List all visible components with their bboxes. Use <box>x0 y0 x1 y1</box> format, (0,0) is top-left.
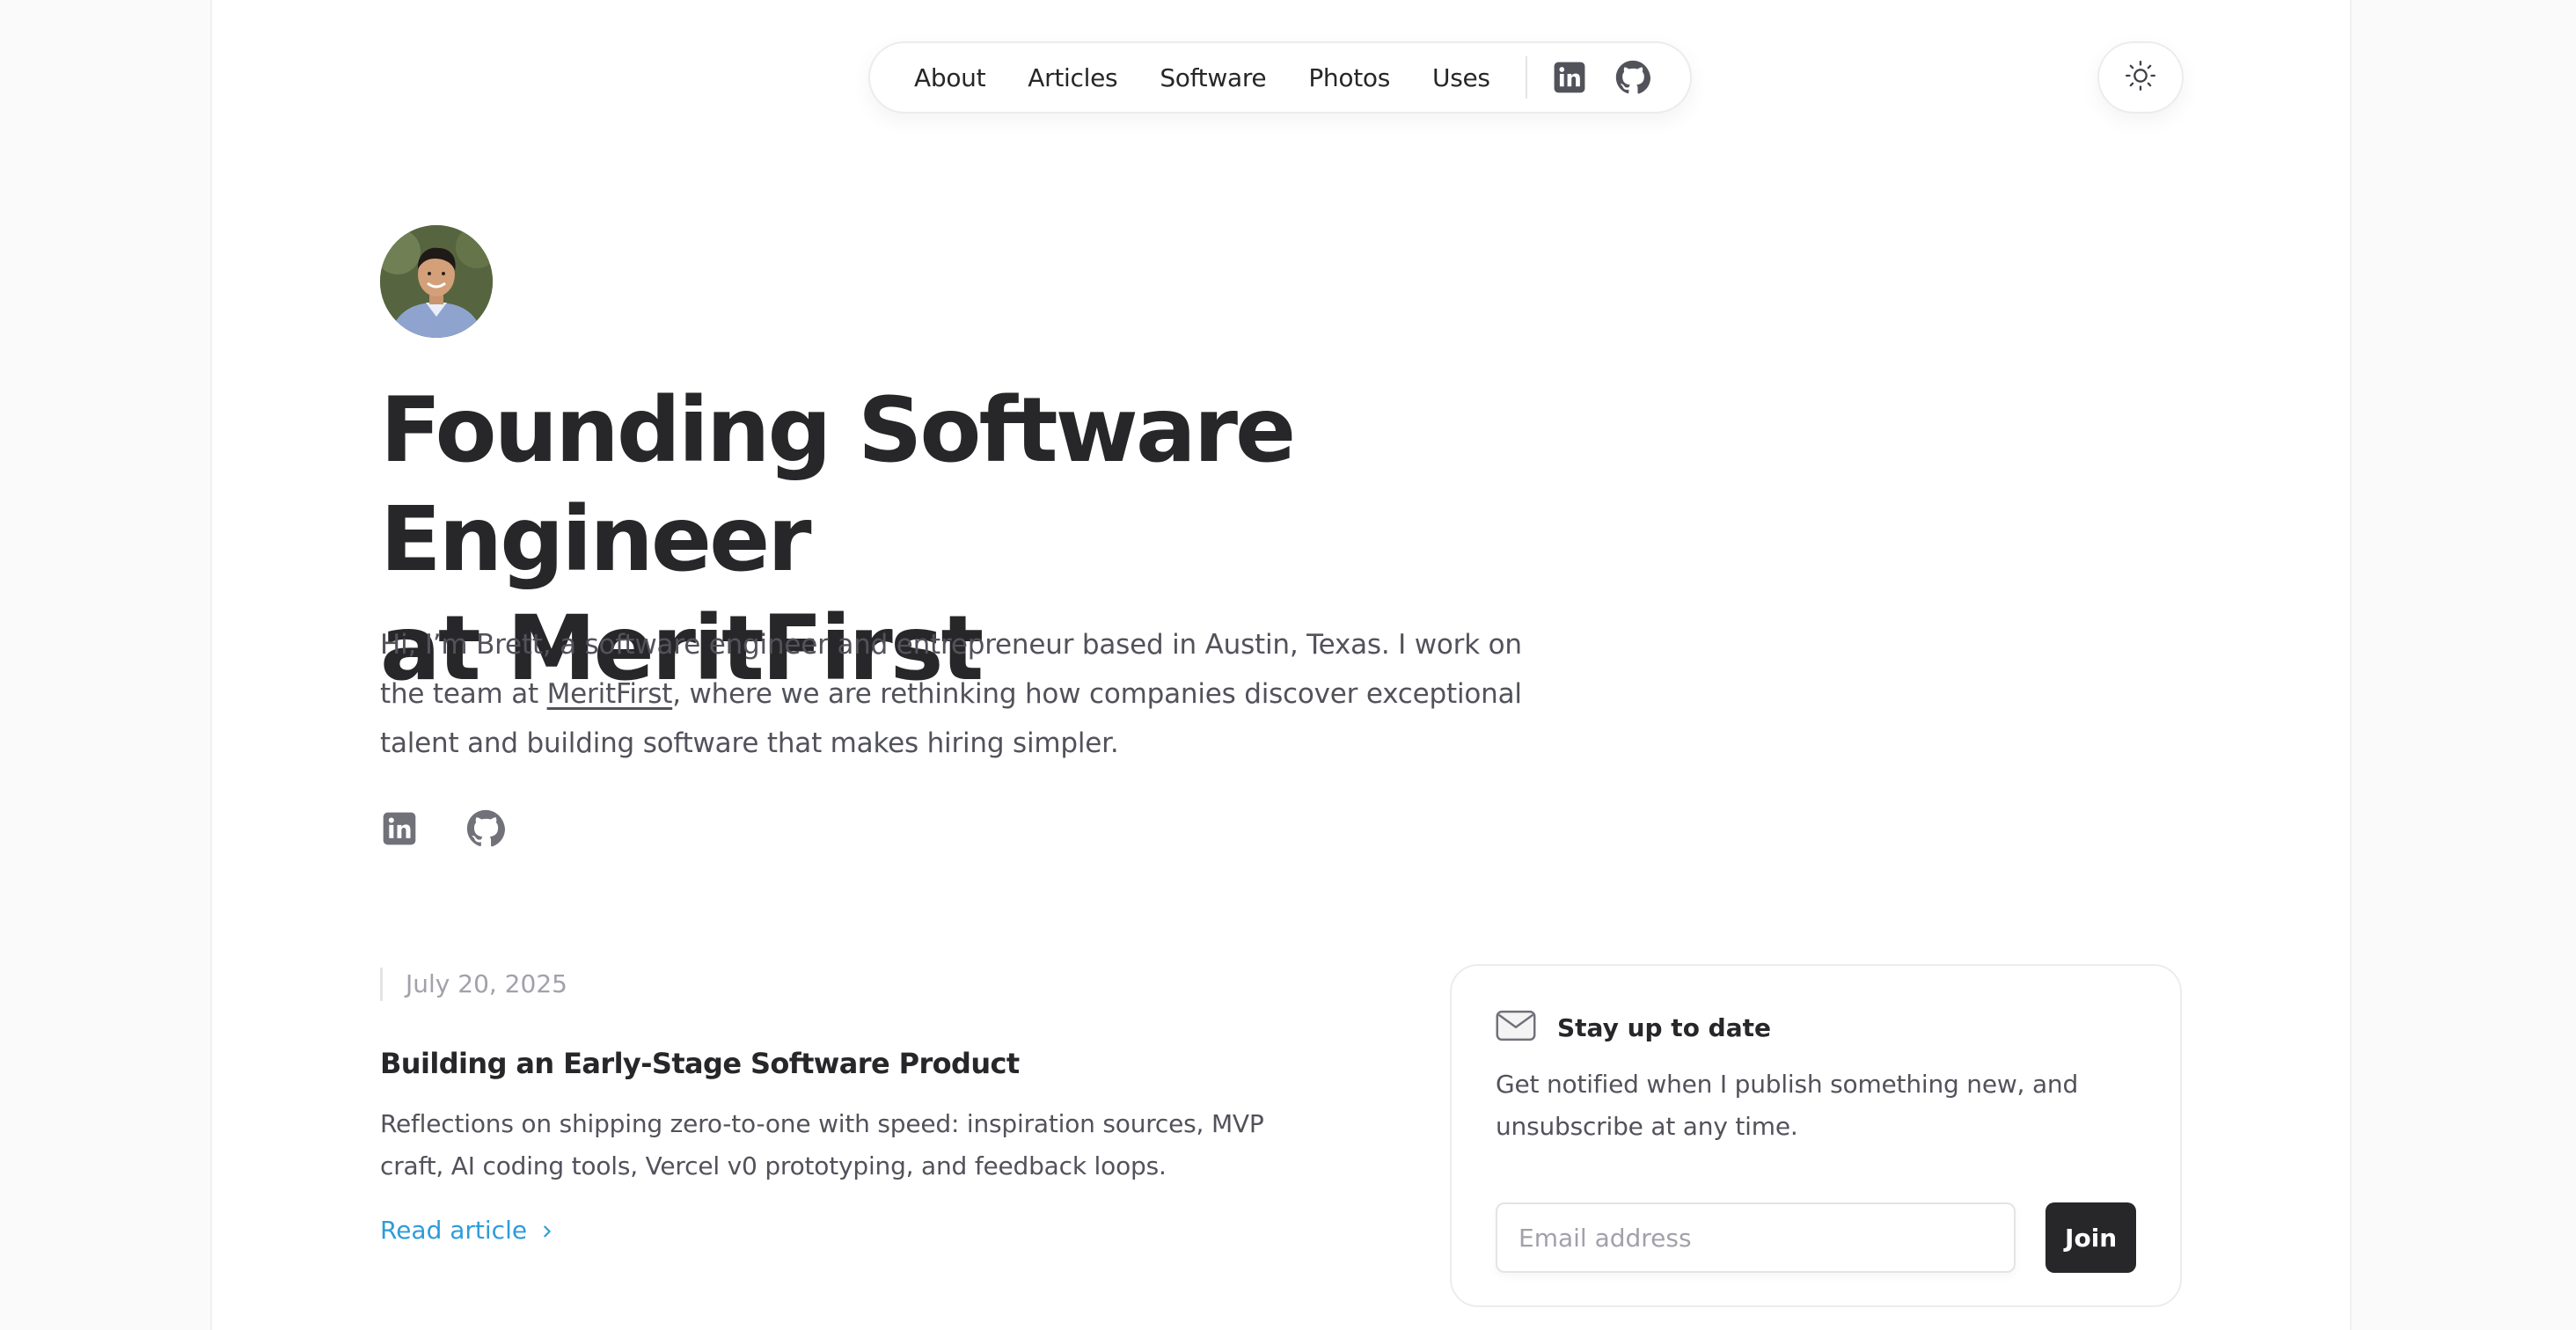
newsletter-description: Get notified when I publish something ne… <box>1496 1070 2079 1141</box>
nav-item-about[interactable]: About <box>914 63 986 92</box>
top-navigation: About Articles Software Photos Uses <box>868 41 1692 113</box>
article-card: July 20, 2025 Building an Early-Stage So… <box>380 968 1295 1245</box>
newsletter-form: Join <box>1496 1202 2136 1273</box>
read-article-link[interactable]: Read article <box>380 1216 1295 1245</box>
chevron-right-icon <box>541 1216 553 1245</box>
article-title[interactable]: Building an Early-Stage Software Product <box>380 1047 1295 1080</box>
newsletter-card: Stay up to date Get notified when I publ… <box>1450 964 2182 1307</box>
intro-paragraph: Hi, I’m Brett, a software engineer and e… <box>380 620 1559 768</box>
avatar <box>380 225 493 338</box>
meritfirst-link[interactable]: MeritFirst <box>547 678 673 710</box>
nav-item-software[interactable]: Software <box>1160 63 1266 92</box>
github-icon[interactable] <box>1615 60 1650 95</box>
social-links <box>380 809 505 848</box>
sun-icon <box>2123 58 2158 98</box>
linkedin-icon[interactable] <box>380 809 419 848</box>
nav-divider <box>1525 56 1527 99</box>
theme-toggle-button[interactable] <box>2097 41 2184 113</box>
article-description: Reflections on shipping zero-to-one with… <box>380 1109 1264 1180</box>
nav-item-uses[interactable]: Uses <box>1432 63 1490 92</box>
read-article-label: Read article <box>380 1216 528 1245</box>
nav-item-photos[interactable]: Photos <box>1308 63 1390 92</box>
email-input[interactable] <box>1496 1202 2016 1273</box>
join-button[interactable]: Join <box>2045 1202 2136 1273</box>
title-line-1: Founding Software Engineer <box>380 378 1296 592</box>
linkedin-icon[interactable] <box>1552 60 1587 95</box>
newsletter-title: Stay up to date <box>1557 1013 1771 1042</box>
article-date: July 20, 2025 <box>380 968 1295 1001</box>
github-icon[interactable] <box>466 809 505 848</box>
mail-icon <box>1496 1010 1536 1046</box>
nav-item-articles[interactable]: Articles <box>1028 63 1117 92</box>
